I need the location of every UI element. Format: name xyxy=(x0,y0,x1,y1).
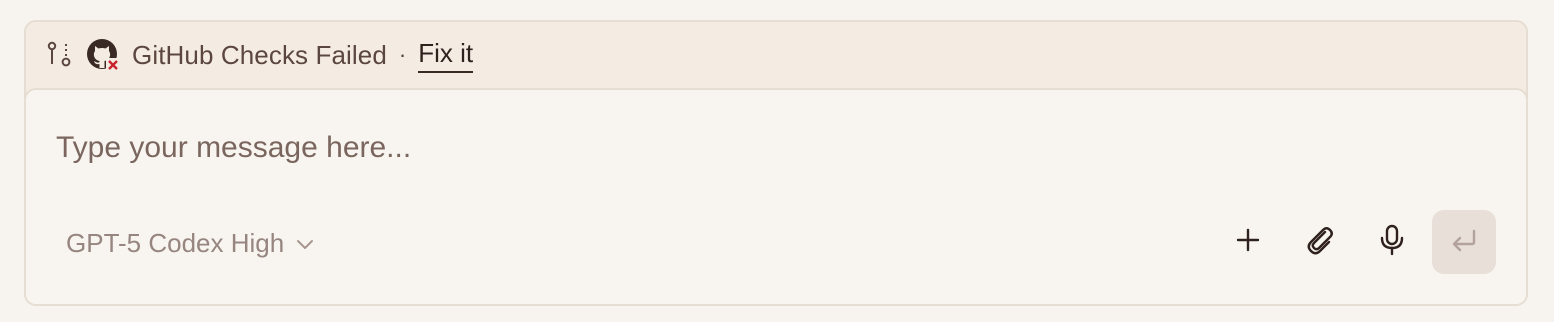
separator-dot: · xyxy=(398,42,407,67)
github-failed-icon xyxy=(86,38,120,72)
microphone-icon xyxy=(1378,224,1406,261)
model-selector-label: GPT-5 Codex High xyxy=(66,228,285,258)
model-selector[interactable]: GPT-5 Codex High xyxy=(66,228,316,259)
chat-composer: GitHub Checks Failed · Fix it GPT-5 Code… xyxy=(24,20,1528,306)
checks-status-bar: GitHub Checks Failed · Fix it xyxy=(26,22,1526,88)
checks-status-text: GitHub Checks Failed xyxy=(132,39,387,70)
git-branch-icon xyxy=(44,40,74,70)
add-button[interactable] xyxy=(1216,210,1280,274)
message-input-card: GPT-5 Codex High xyxy=(26,88,1526,304)
return-enter-icon xyxy=(1449,226,1479,259)
paperclip-icon xyxy=(1304,224,1336,261)
voice-button[interactable] xyxy=(1360,210,1424,274)
attach-button[interactable] xyxy=(1288,210,1352,274)
send-button[interactable] xyxy=(1432,210,1496,274)
plus-icon xyxy=(1235,227,1261,258)
composer-actions xyxy=(1208,210,1496,274)
chevron-down-icon xyxy=(294,233,316,255)
fix-it-link[interactable]: Fix it xyxy=(418,38,474,73)
message-input[interactable] xyxy=(56,126,1456,170)
